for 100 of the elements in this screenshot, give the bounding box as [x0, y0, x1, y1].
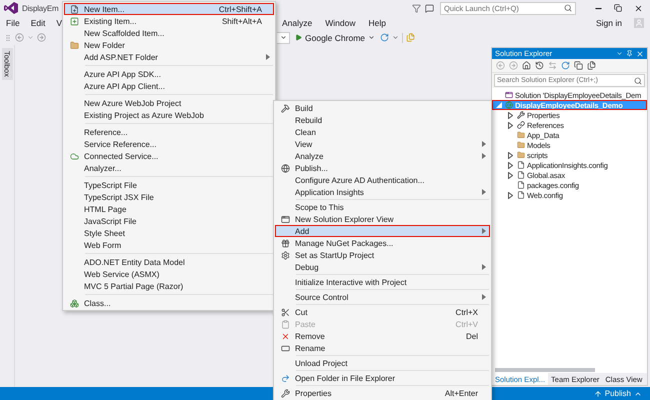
grip-icon	[4, 34, 12, 42]
menu-item[interactable]: Rename	[275, 342, 490, 354]
show-files-icon	[587, 61, 596, 70]
menu-item[interactable]: Cut Ctrl+X	[275, 306, 490, 318]
menu-item[interactable]: Publish...	[275, 162, 490, 174]
menu-item[interactable]: Web Service (ASMX)	[64, 268, 274, 280]
menu-item[interactable]: Initialize Interactive with Project	[275, 276, 490, 288]
close-icon	[634, 4, 642, 12]
menu-item[interactable]: Unload Project	[275, 357, 490, 369]
menu-item[interactable]: New Item... Ctrl+Shift+A	[64, 3, 274, 15]
run-button[interactable]: Google Chrome	[293, 32, 378, 42]
clipboard-icon	[280, 320, 290, 328]
menu-item[interactable]: Analyze	[275, 150, 490, 162]
menu-bar-item[interactable]: V	[56, 18, 62, 28]
folder-icon	[517, 131, 525, 139]
collapsed-arrow-icon[interactable]	[508, 162, 513, 168]
references-icon	[517, 121, 525, 129]
menu-item[interactable]: Configure Azure AD Authentication...	[275, 174, 490, 186]
file-icon	[517, 171, 525, 179]
menu-item[interactable]: Add ASP.NET Folder	[64, 51, 274, 63]
menu-item[interactable]: Open Folder in File Explorer	[275, 372, 490, 384]
menu-item[interactable]: JavaScript File	[64, 215, 274, 227]
collapsed-arrow-icon[interactable]	[508, 112, 513, 118]
menu-item[interactable]: Set as StartUp Project	[275, 249, 490, 261]
menu-bar-item[interactable]: Edit	[30, 18, 46, 28]
menu-item[interactable]: New Solution Explorer View	[275, 213, 490, 225]
cloud-icon	[70, 152, 78, 160]
delete-icon	[280, 332, 290, 340]
rectangle-icon	[280, 344, 290, 352]
menu-item[interactable]: Existing Item... Shift+Alt+A	[64, 15, 274, 27]
menu-item[interactable]: HTML Page	[64, 203, 274, 215]
forward-icon	[509, 61, 518, 70]
menu-item[interactable]: Analyzer...	[64, 162, 274, 174]
window-icon	[280, 214, 290, 224]
scissors-icon	[280, 308, 290, 316]
menu-item[interactable]: New Scaffolded Item...	[64, 27, 274, 39]
folder-icon	[517, 141, 525, 149]
menu-bar-item[interactable]: File	[6, 18, 20, 28]
menu-item[interactable]: Rebuild	[275, 114, 490, 126]
menu-item[interactable]: New Folder	[64, 39, 274, 51]
menu-item[interactable]: Style Sheet	[64, 227, 274, 239]
menu-item[interactable]: Add	[275, 225, 490, 237]
menu-item[interactable]: Build	[275, 102, 490, 114]
menu-item[interactable]: Manage NuGet Packages...	[275, 237, 490, 249]
arrow-icon	[280, 374, 290, 382]
menu-item[interactable]: Clean	[275, 126, 490, 138]
menu-item[interactable]: ADO.NET Entity Data Model	[64, 256, 274, 268]
search-icon	[634, 76, 642, 84]
menu-item[interactable]: Class...	[64, 297, 274, 309]
file-icon	[517, 161, 525, 169]
sign-in-link[interactable]: Sign in	[596, 18, 622, 28]
submenu-arrow-icon	[482, 189, 486, 195]
menu-item[interactable]: Remove Del	[275, 330, 490, 342]
menu-item[interactable]: TypeScript JSX File	[64, 191, 274, 203]
menu-bar-item[interactable]: Analyze	[282, 18, 312, 28]
menu-item[interactable]: Connected Service...	[64, 150, 274, 162]
menu-item[interactable]: TypeScript File	[64, 179, 274, 191]
add-file-icon	[70, 16, 78, 26]
up-arrow-icon	[594, 390, 602, 398]
publish-button[interactable]: Publish	[594, 389, 642, 398]
globe-icon	[280, 164, 290, 172]
pin-icon	[626, 50, 633, 57]
menu-item[interactable]: Azure API App SDK...	[64, 68, 274, 80]
menu-item[interactable]: Source Control	[275, 291, 490, 303]
menu-item[interactable]: Azure API App Client...	[64, 80, 274, 92]
restore-icon	[614, 4, 622, 12]
hammer-icon	[280, 104, 290, 112]
back-icon	[15, 33, 24, 42]
project-icon	[505, 101, 513, 109]
menu-item[interactable]: Service Reference...	[64, 138, 274, 150]
menu-item[interactable]: Properties Alt+Enter	[275, 387, 490, 399]
menu-item[interactable]: Existing Project as Azure WebJob	[64, 109, 274, 121]
collapsed-arrow-icon[interactable]	[508, 122, 513, 128]
expanded-arrow-icon[interactable]	[496, 102, 502, 108]
collapsed-arrow-icon[interactable]	[508, 192, 513, 198]
submenu-arrow-icon	[482, 264, 486, 270]
gift-icon	[280, 238, 290, 248]
collapsed-arrow-icon[interactable]	[508, 172, 513, 178]
menu-item[interactable]: Scope to This	[275, 201, 490, 213]
menu-bar-item[interactable]: Help	[368, 18, 386, 28]
home-icon	[522, 61, 531, 70]
scrollbar[interactable]	[492, 366, 647, 373]
back-icon	[496, 61, 505, 70]
menu-item[interactable]: Reference...	[64, 126, 274, 138]
refresh-icon	[561, 61, 570, 70]
menu-bar-item[interactable]: Window	[325, 18, 356, 28]
menu-item[interactable]: View	[275, 138, 490, 150]
collapsed-arrow-icon[interactable]	[508, 152, 513, 158]
dropdown-field[interactable]	[277, 32, 290, 44]
submenu-arrow-icon	[266, 54, 270, 60]
close-icon	[636, 50, 644, 58]
menu-item[interactable]: Web Form	[64, 239, 274, 251]
app-logo	[4, 2, 18, 14]
filter-icon	[412, 4, 421, 12]
boxes-icon	[70, 298, 78, 308]
wrench-icon	[280, 388, 290, 398]
menu-item[interactable]: Application Insights	[275, 186, 490, 198]
menu-item[interactable]: New Azure WebJob Project	[64, 97, 274, 109]
menu-item[interactable]: MVC 5 Partial Page (Razor)	[64, 280, 274, 292]
menu-item[interactable]: Debug	[275, 261, 490, 273]
